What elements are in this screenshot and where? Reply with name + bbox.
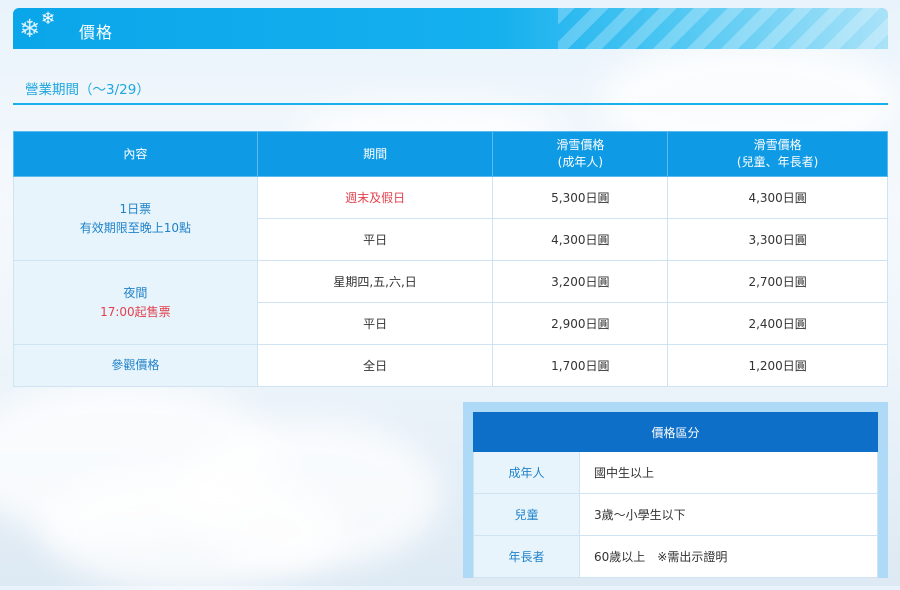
period-cell: 週末及假日 [256, 176, 494, 219]
period-cell: 星期四,五,六,日 [256, 260, 494, 303]
child-price-cell: 3,300日圓 [667, 218, 888, 261]
day-ticket-title: 1日票 [119, 201, 152, 216]
classification-label: 成年人 [473, 451, 580, 494]
header-adult-line2: (成年人) [557, 155, 604, 169]
table-row: 成年人 國中生以上 [473, 451, 878, 494]
table-row: 參觀價格 全日 1,700日圓 1,200日圓 [13, 344, 888, 387]
price-table-header-row: 內容 期間 滑雪價格 (成年人) 滑雪價格 (兒童、年長者) [13, 131, 888, 177]
price-table: 內容 期間 滑雪價格 (成年人) 滑雪價格 (兒童、年長者) 1日票 有效期限至… [13, 131, 888, 387]
night-ticket-sale-time: 17:00起售票 [100, 304, 171, 319]
child-price-cell: 2,700日圓 [667, 260, 888, 303]
classification-value: 60歲以上 ※需出示證明 [579, 535, 878, 578]
header-period: 期間 [256, 131, 494, 177]
adult-price-cell: 4,300日圓 [492, 218, 669, 261]
classification-title: 價格區分 [473, 412, 878, 452]
header-child-line1: 滑雪價格 [753, 138, 802, 152]
child-price-cell: 1,200日圓 [667, 344, 888, 387]
adult-price-cell: 1,700日圓 [492, 344, 669, 387]
child-price-cell: 2,400日圓 [667, 302, 888, 345]
table-row: 年長者 60歲以上 ※需出示證明 [473, 535, 878, 578]
table-row: 兒童 3歲〜小學生以下 [473, 493, 878, 536]
child-price-cell: 4,300日圓 [667, 176, 888, 219]
day-ticket-validity: 有效期限至晚上10點 [79, 220, 191, 235]
table-row: 夜間 17:00起售票 星期四,五,六,日 3,200日圓 2,700日圓 [13, 260, 888, 345]
business-period-heading: 營業期間（〜3/29） [13, 72, 888, 105]
table-row: 1日票 有效期限至晚上10點 週末及假日 5,300日圓 4,300日圓 [13, 176, 888, 261]
day-ticket-label: 1日票 有效期限至晚上10點 [13, 176, 258, 261]
header-child-price: 滑雪價格 (兒童、年長者) [667, 131, 888, 177]
period-cell: 全日 [256, 344, 494, 387]
period-cell: 平日 [256, 302, 494, 345]
night-ticket-label: 夜間 17:00起售票 [13, 260, 258, 345]
classification-value: 國中生以上 [579, 451, 878, 494]
header-content: 內容 [13, 131, 258, 177]
adult-price-cell: 3,200日圓 [492, 260, 669, 303]
business-period-text: 營業期間（〜3/29） [25, 82, 150, 98]
period-cell: 平日 [256, 218, 494, 261]
header-adult-line1: 滑雪價格 [556, 138, 605, 152]
classification-value: 3歲〜小學生以下 [579, 493, 878, 536]
classification-header-row: 價格區分 [473, 412, 878, 452]
adult-price-cell: 5,300日圓 [492, 176, 669, 219]
classification-label: 年長者 [473, 535, 580, 578]
adult-price-cell: 2,900日圓 [492, 302, 669, 345]
night-ticket-title: 夜間 [123, 285, 148, 300]
price-classification-table: 價格區分 成年人 國中生以上 兒童 3歲〜小學生以下 年長者 60歲以上 ※需出… [473, 412, 878, 578]
header-child-line2: (兒童、年長者) [736, 155, 819, 169]
section-header: ❄ ❄ 價格 [13, 8, 888, 49]
sightseeing-label: 參觀價格 [13, 344, 258, 387]
classification-label: 兒童 [473, 493, 580, 536]
header-adult-price: 滑雪價格 (成年人) [492, 131, 669, 177]
page-title: 價格 [79, 23, 114, 42]
price-classification-box: 價格區分 成年人 國中生以上 兒童 3歲〜小學生以下 年長者 60歲以上 ※需出… [463, 402, 888, 578]
header-stripes [558, 8, 888, 49]
snowflake-icon: ❄ ❄ [19, 9, 56, 43]
